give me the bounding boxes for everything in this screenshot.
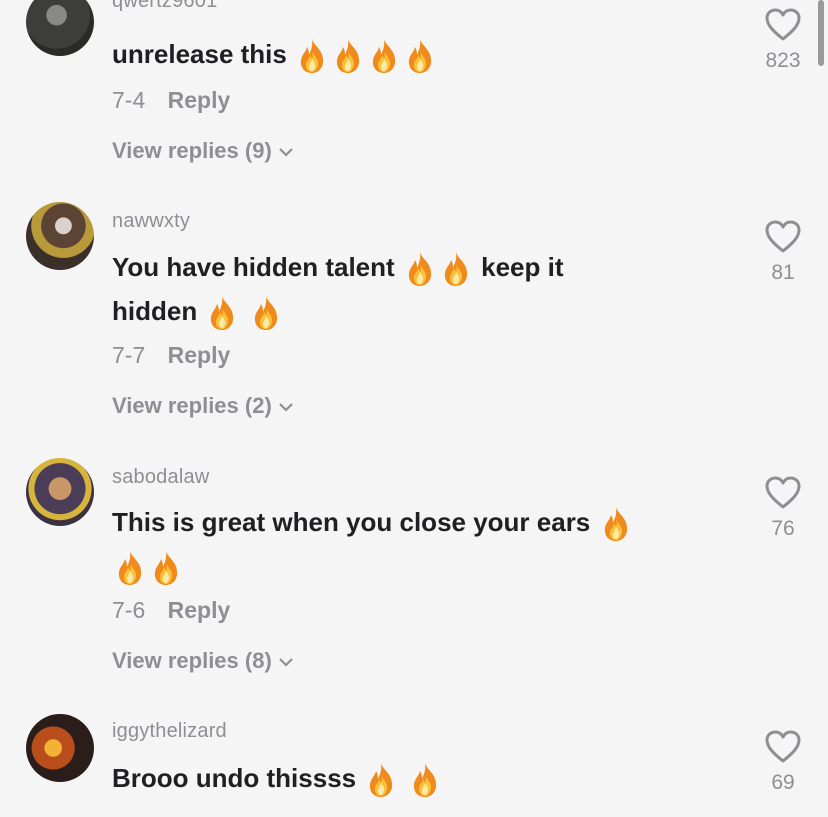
comment-meta: 7-7 Reply — [112, 342, 230, 369]
like-count: 823 — [765, 49, 801, 72]
comment-username[interactable]: nawwxty — [112, 210, 190, 233]
chevron-down-icon — [279, 148, 293, 157]
heart-outline-icon — [763, 218, 803, 254]
view-replies-label: View replies (2) — [112, 393, 272, 418]
scrollbar[interactable] — [818, 0, 824, 66]
reply-button[interactable]: Reply — [168, 342, 231, 368]
like-button[interactable]: 76 — [758, 474, 808, 541]
comment-username[interactable]: iggythelizard — [112, 720, 227, 743]
comment-text: unrelease this — [112, 32, 712, 76]
comment-date: 7-4 — [112, 87, 146, 113]
comment-text-body: hidden — [112, 296, 198, 326]
comment-text-body: This is great when you close your ears — [112, 507, 591, 537]
chevron-down-icon — [279, 658, 293, 667]
heart-outline-icon — [763, 728, 803, 764]
like-count: 81 — [771, 261, 795, 284]
comment-username[interactable]: qwertz9601 — [112, 0, 217, 13]
like-button[interactable]: 823 — [758, 6, 808, 73]
like-button[interactable]: 81 — [758, 218, 808, 285]
fire-emoji-icon — [404, 38, 436, 74]
reply-button[interactable]: Reply — [168, 597, 231, 623]
fire-emoji-icon — [440, 251, 472, 287]
view-replies-button[interactable]: View replies (2) — [112, 393, 294, 419]
view-replies-button[interactable]: View replies (9) — [112, 138, 294, 164]
view-replies-label: View replies (9) — [112, 138, 272, 163]
fire-emoji-icon — [296, 38, 328, 74]
fire-emoji-icon — [409, 762, 441, 798]
heart-outline-icon — [763, 6, 803, 42]
comment-date: 7-7 — [112, 342, 146, 368]
view-replies-label: View replies (8) — [112, 648, 272, 673]
comment-text-body: You have hidden talent — [112, 252, 395, 282]
chevron-down-icon — [279, 403, 293, 412]
fire-emoji-icon — [365, 762, 397, 798]
comment-text-body: unrelease this — [112, 39, 287, 69]
comment-text: You have hidden talent keep it hidden — [112, 245, 712, 333]
comment-username[interactable]: sabodalaw — [112, 466, 209, 489]
avatar[interactable] — [26, 714, 94, 782]
fire-emoji-icon — [332, 38, 364, 74]
comment-text-body: keep it — [481, 252, 564, 282]
like-button[interactable]: 69 — [758, 728, 808, 795]
reply-button[interactable]: Reply — [168, 87, 231, 113]
like-count: 76 — [771, 517, 795, 540]
like-count: 69 — [771, 771, 795, 794]
fire-emoji-icon — [404, 251, 436, 287]
heart-outline-icon — [763, 474, 803, 510]
fire-emoji-icon — [114, 550, 146, 586]
fire-emoji-icon — [600, 506, 632, 542]
avatar[interactable] — [26, 202, 94, 270]
comment-text-body: Brooo undo thissss — [112, 763, 357, 793]
avatar[interactable] — [26, 0, 94, 56]
comment-date: 7-6 — [112, 597, 146, 623]
avatar[interactable] — [26, 458, 94, 526]
view-replies-button[interactable]: View replies (8) — [112, 648, 294, 674]
comment-text: This is great when you close your ears — [112, 500, 712, 588]
comment-text: Brooo undo thissss — [112, 756, 712, 800]
fire-emoji-icon — [368, 38, 400, 74]
comment-meta: 7-6 Reply — [112, 597, 230, 624]
fire-emoji-icon — [206, 295, 238, 331]
comment-meta: 7-4 Reply — [112, 87, 230, 114]
fire-emoji-icon — [150, 550, 182, 586]
fire-emoji-icon — [250, 295, 282, 331]
